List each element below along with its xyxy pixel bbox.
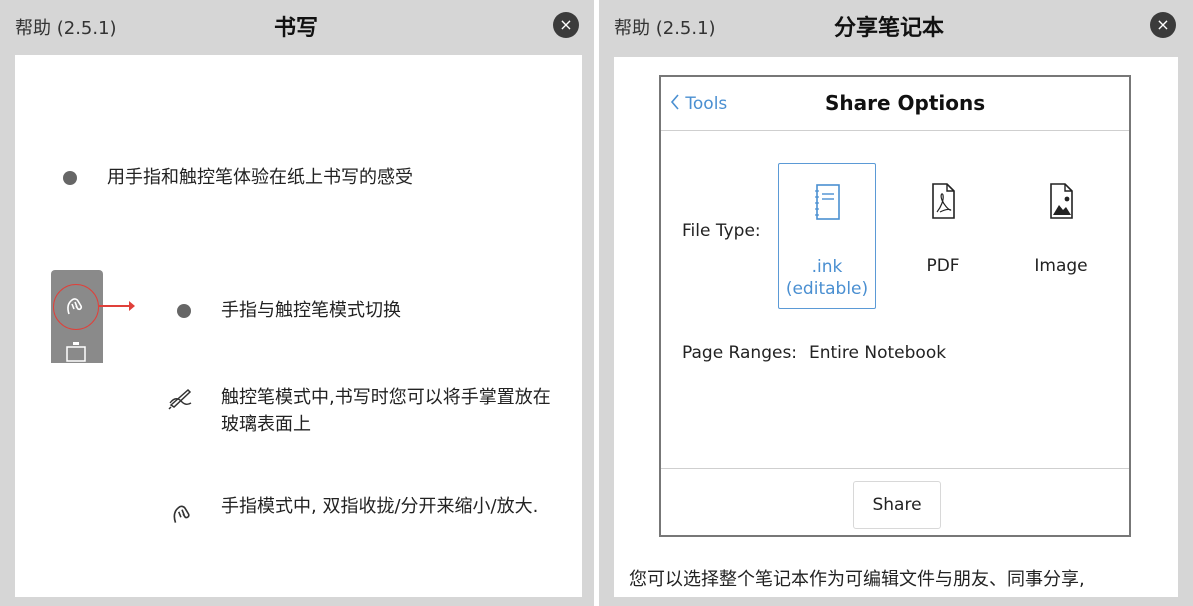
arrow-head-icon — [129, 301, 135, 311]
file-type-option-image[interactable]: Image — [1013, 163, 1109, 307]
file-type-option-pdf[interactable]: PDF — [895, 163, 991, 307]
close-button[interactable]: × — [553, 12, 579, 38]
finger-mode-icon — [173, 505, 190, 523]
arrow-line — [99, 305, 131, 307]
bullet-icon — [63, 171, 77, 185]
share-button[interactable]: Share — [853, 481, 941, 529]
notebook-icon — [815, 184, 840, 220]
file-type-option-ink[interactable]: .ink (editable) — [778, 163, 876, 309]
file-type-option-label: .ink (editable) — [785, 257, 869, 299]
help-caption: 您可以选择整个笔记本作为可编辑文件与朋友、同事分享, — [629, 569, 1085, 590]
file-type-label: File Type: — [682, 221, 761, 241]
toolbar-illustration — [51, 270, 135, 363]
finger-icon — [67, 298, 83, 315]
file-type-option-label: Image — [1034, 256, 1088, 276]
image-icon — [1050, 183, 1073, 219]
finger-mode-text: 手指模式中, 双指收拢/分开来缩小/放大. — [221, 496, 539, 517]
back-button[interactable]: Tools — [670, 93, 727, 114]
bullet-text-mode-switch: 手指与触控笔模式切换 — [221, 300, 401, 321]
share-options-dialog: Tools Share Options File Type: .ink (edi… — [659, 75, 1131, 537]
help-content-card: Tools Share Options File Type: .ink (edi… — [614, 57, 1178, 597]
close-icon: × — [559, 15, 573, 34]
dialog-title: Share Options — [825, 91, 986, 115]
page-ranges-value[interactable]: Entire Notebook — [809, 343, 946, 363]
file-type-option-label: PDF — [926, 256, 960, 276]
close-button[interactable]: × — [1150, 12, 1176, 38]
chevron-left-icon — [670, 94, 679, 110]
bullet-text-writing: 用手指和触控笔体验在纸上书写的感受 — [107, 167, 413, 188]
page-title: 分享笔记本 — [834, 16, 945, 41]
help-content-card: 用手指和触控笔体验在纸上书写的感受 手指与触控笔模式切换 触控笔模式中,书写时您… — [15, 55, 582, 597]
stylus-mode-icon — [168, 388, 192, 410]
stylus-mode-text: 触控笔模式中,书写时您可以将手掌置放在玻璃表面上 — [221, 387, 551, 435]
dialog-footer-divider — [661, 468, 1129, 469]
help-version-label: 帮助 (2.5.1) — [15, 18, 117, 39]
close-icon: × — [1156, 15, 1170, 34]
back-label: Tools — [685, 94, 728, 114]
help-panel-share: 帮助 (2.5.1) 分享笔记本 × Tools Share Options F… — [599, 0, 1193, 606]
dialog-header-divider — [661, 130, 1129, 131]
help-version-label: 帮助 (2.5.1) — [614, 18, 716, 39]
help-panel-writing: 帮助 (2.5.1) 书写 × 用手指和触控笔体验在纸上书写的感受 手指与触控笔… — [0, 0, 594, 606]
page-title: 书写 — [274, 16, 319, 41]
pdf-icon — [932, 183, 955, 219]
toolbar-tool-icon — [66, 342, 86, 362]
bullet-icon — [177, 304, 191, 318]
page-ranges-label: Page Ranges: — [682, 343, 798, 363]
